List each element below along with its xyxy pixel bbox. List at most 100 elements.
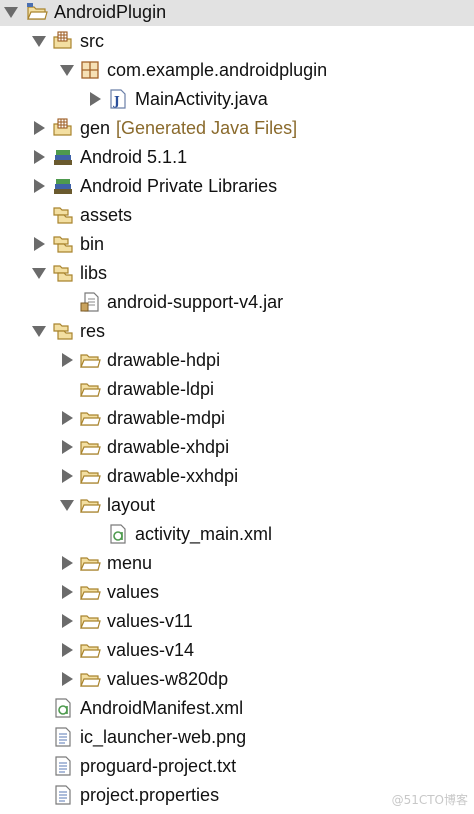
triangle-right-icon <box>34 121 45 135</box>
tree-item-label: android-support-v4.jar <box>107 292 284 312</box>
expand-arrow-icon[interactable] <box>30 113 48 142</box>
expand-arrow-icon[interactable] <box>30 171 48 200</box>
tree-item-decoration: [Generated Java Files] <box>116 118 298 138</box>
tree-item-values-v14[interactable]: values-v14 <box>0 635 474 664</box>
collapse-arrow-icon[interactable] <box>58 490 76 519</box>
open-folder-icon <box>79 668 101 690</box>
triangle-right-icon <box>62 353 73 367</box>
tree-item-label: res <box>80 321 106 341</box>
tree-item-src[interactable]: src <box>0 26 474 55</box>
tree-item-label: proguard-project.txt <box>80 756 237 776</box>
project-explorer-tree: AndroidPlugin src com.example.androidplu… <box>0 0 474 814</box>
tree-item-assets[interactable]: assets <box>0 200 474 229</box>
tree-item-label: ic_launcher-web.png <box>80 727 247 747</box>
tree-item-libs[interactable]: libs <box>0 258 474 287</box>
triangle-right-icon <box>62 614 73 628</box>
open-folder-icon <box>79 465 101 487</box>
triangle-right-icon <box>62 411 73 425</box>
triangle-down-icon <box>4 7 18 18</box>
expand-arrow-icon[interactable] <box>58 577 76 606</box>
java-project-icon <box>26 1 48 23</box>
jar-file-icon <box>79 291 101 313</box>
tree-item-proguard-project-txt[interactable]: proguard-project.txt <box>0 751 474 780</box>
tree-item-android-support-v4-jar[interactable]: android-support-v4.jar <box>0 287 474 316</box>
tree-item-android-5-1-1[interactable]: Android 5.1.1 <box>0 142 474 171</box>
triangle-right-icon <box>62 643 73 657</box>
tree-item-label: MainActivity.java <box>135 89 268 109</box>
expand-arrow-icon[interactable] <box>58 635 76 664</box>
source-folder-icon <box>52 117 74 139</box>
expand-arrow-icon[interactable] <box>30 229 48 258</box>
watermark: @51CTO博客 <box>391 793 468 807</box>
open-folder-icon <box>79 378 101 400</box>
collapse-arrow-icon[interactable] <box>58 55 76 84</box>
tree-item-ic-launcher-web-png[interactable]: ic_launcher-web.png <box>0 722 474 751</box>
file-icon <box>52 784 74 806</box>
expand-arrow-icon[interactable] <box>58 606 76 635</box>
tree-item-values[interactable]: values <box>0 577 474 606</box>
expand-arrow-icon[interactable] <box>58 403 76 432</box>
tree-item-bin[interactable]: bin <box>0 229 474 258</box>
triangle-down-icon <box>60 500 74 511</box>
collapse-arrow-icon[interactable] <box>30 258 48 287</box>
tree-item-gen[interactable]: gen [Generated Java Files] <box>0 113 474 142</box>
tree-item-label: drawable-xxhdpi <box>107 466 239 486</box>
tree-item-com-example-androidplugin[interactable]: com.example.androidplugin <box>0 55 474 84</box>
tree-item-menu[interactable]: menu <box>0 548 474 577</box>
tree-item-label: layout <box>107 495 156 515</box>
expand-arrow-icon[interactable] <box>58 548 76 577</box>
library-icon <box>52 175 74 197</box>
expand-arrow-icon[interactable] <box>58 432 76 461</box>
tree-item-android-private-libraries[interactable]: Android Private Libraries <box>0 171 474 200</box>
triangle-down-icon <box>32 326 46 337</box>
tree-item-layout[interactable]: layout <box>0 490 474 519</box>
triangle-right-icon <box>62 440 73 454</box>
tree-item-androidmanifest-xml[interactable]: AndroidManifest.xml <box>0 693 474 722</box>
tree-item-res[interactable]: res <box>0 316 474 345</box>
triangle-right-icon <box>62 585 73 599</box>
file-icon <box>52 726 74 748</box>
tree-item-activity-main-xml[interactable]: activity_main.xml <box>0 519 474 548</box>
tree-item-label: drawable-ldpi <box>107 379 215 399</box>
tree-item-values-w820dp[interactable]: values-w820dp <box>0 664 474 693</box>
expand-arrow-icon[interactable] <box>86 84 104 113</box>
xml-file-icon <box>52 697 74 719</box>
triangle-down-icon <box>60 65 74 76</box>
triangle-down-icon <box>32 268 46 279</box>
tree-item-label: com.example.androidplugin <box>107 60 328 80</box>
tree-item-drawable-ldpi[interactable]: drawable-ldpi <box>0 374 474 403</box>
expand-arrow-icon[interactable] <box>58 345 76 374</box>
java-file-icon: J <box>107 88 129 110</box>
tree-item-drawable-xxhdpi[interactable]: drawable-xxhdpi <box>0 461 474 490</box>
tree-item-label: AndroidPlugin <box>54 2 167 22</box>
tree-item-values-v11[interactable]: values-v11 <box>0 606 474 635</box>
tree-item-label: libs <box>80 263 108 283</box>
folder-icon <box>52 233 74 255</box>
tree-item-drawable-xhdpi[interactable]: drawable-xhdpi <box>0 432 474 461</box>
triangle-right-icon <box>34 179 45 193</box>
tree-item-label: activity_main.xml <box>135 524 273 544</box>
tree-item-drawable-hdpi[interactable]: drawable-hdpi <box>0 345 474 374</box>
tree-item-label: drawable-mdpi <box>107 408 226 428</box>
tree-item-drawable-mdpi[interactable]: drawable-mdpi <box>0 403 474 432</box>
triangle-down-icon <box>32 36 46 47</box>
tree-item-label: src <box>80 31 104 51</box>
triangle-right-icon <box>34 150 45 164</box>
triangle-right-icon <box>90 92 101 106</box>
expand-arrow-icon[interactable] <box>58 664 76 693</box>
tree-item-mainactivity-java[interactable]: J MainActivity.java <box>0 84 474 113</box>
collapse-arrow-icon[interactable] <box>30 26 48 55</box>
folder-icon <box>52 262 74 284</box>
tree-item-label: Android Private Libraries <box>80 176 278 196</box>
tree-item-androidplugin[interactable]: AndroidPlugin <box>0 0 474 26</box>
collapse-arrow-icon[interactable] <box>30 316 48 345</box>
svg-text:J: J <box>113 94 120 108</box>
triangle-right-icon <box>62 556 73 570</box>
triangle-right-icon <box>62 672 73 686</box>
package-icon <box>79 59 101 81</box>
open-folder-icon <box>79 407 101 429</box>
tree-item-label: drawable-xhdpi <box>107 437 230 457</box>
expand-arrow-icon[interactable] <box>30 142 48 171</box>
collapse-arrow-icon[interactable] <box>2 0 20 26</box>
expand-arrow-icon[interactable] <box>58 461 76 490</box>
